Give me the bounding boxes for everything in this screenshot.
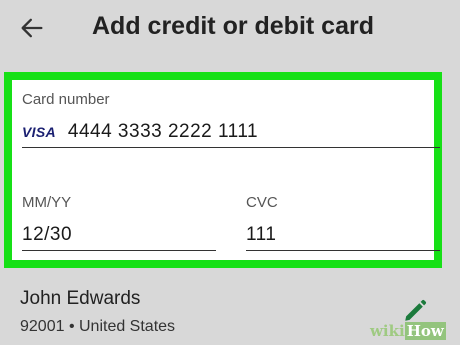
card-form-panel: Card number VISA 4444 3333 2222 1111 MM/… — [4, 72, 442, 268]
pencil-icon[interactable] — [402, 298, 428, 324]
page-title: Add credit or debit card — [92, 12, 374, 40]
cvc-label: CVC — [246, 194, 278, 211]
watermark-how: How — [404, 322, 446, 340]
expiry-label: MM/YY — [22, 194, 72, 211]
arrow-left-icon[interactable] — [18, 14, 46, 42]
watermark-wiki: wiki — [370, 322, 405, 340]
expiry-field[interactable]: 12/30 — [22, 220, 216, 251]
app-bar: Add credit or debit card — [0, 0, 460, 62]
wikihow-watermark: wiki How — [370, 322, 456, 342]
visa-logo: VISA — [22, 124, 56, 140]
cvc-field[interactable]: 111 — [246, 220, 440, 251]
card-number-label: Card number — [22, 91, 110, 108]
billing-address: 92001 • United States — [20, 318, 176, 335]
cardholder-name: John Edwards — [20, 288, 141, 309]
card-number-field[interactable]: VISA 4444 3333 2222 1111 — [22, 117, 440, 148]
card-number-value: 4444 3333 2222 1111 — [67, 121, 259, 142]
expiry-value: 12/30 — [22, 224, 73, 245]
cvc-value: 111 — [246, 224, 277, 245]
